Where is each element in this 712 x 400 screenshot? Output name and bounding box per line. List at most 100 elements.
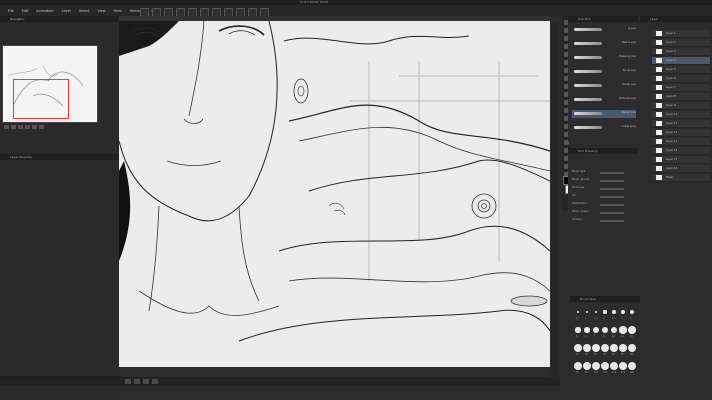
brush-item[interactable]: Rough pen: [572, 82, 636, 90]
brush-size-dot[interactable]: [619, 326, 627, 334]
brush-item[interactable]: Mapping pen: [572, 54, 636, 62]
brush-size-dot[interactable]: [619, 344, 627, 352]
brush-size-dot[interactable]: [603, 310, 607, 314]
brush-size-dot[interactable]: [620, 309, 626, 315]
layer-row[interactable]: Layer 5: [652, 66, 710, 74]
brush-size-dot[interactable]: [583, 344, 591, 352]
brush-item[interactable]: Calligraphy: [572, 124, 636, 132]
menu-item-edit[interactable]: Edit: [22, 9, 29, 13]
brush-size-dot[interactable]: [575, 327, 581, 333]
brush-size-dot[interactable]: [584, 327, 590, 333]
canvas-vertical-scrollbar[interactable]: [551, 21, 559, 377]
brush-size-dot[interactable]: [594, 310, 598, 314]
brush-size-dot[interactable]: [610, 344, 618, 352]
brush-size-dot[interactable]: [610, 362, 618, 370]
layer-row[interactable]: Layer 3: [652, 48, 710, 56]
brush-item[interactable]: Real G-pen: [572, 40, 636, 48]
navigator-view-frame[interactable]: [13, 79, 69, 119]
layer-row[interactable]: Layer 7: [652, 84, 710, 92]
brush-size-dot[interactable]: [592, 362, 600, 370]
zoom-in-icon[interactable]: [11, 125, 16, 129]
brush-size-title: Brush Size: [570, 296, 640, 302]
layer-row[interactable]: Layer 6: [652, 75, 710, 83]
navigator-preview[interactable]: [2, 45, 98, 123]
brush-size-dot[interactable]: [574, 344, 582, 352]
menu-item-file[interactable]: File: [8, 9, 14, 13]
brush-size-dot[interactable]: [601, 362, 609, 370]
tool-property-row[interactable]: Vector eraser: [572, 210, 636, 216]
brush-size-dot[interactable]: [577, 311, 579, 313]
brush-size-dot[interactable]: [619, 362, 627, 370]
brush-name: Turnip pen: [622, 69, 636, 72]
layer-row[interactable]: Layer 8: [652, 93, 710, 101]
layer-row[interactable]: Layer 13: [652, 138, 710, 146]
brush-stroke-preview: [574, 28, 602, 31]
brush-item[interactable]: Turnip pen: [572, 68, 636, 76]
tool-property-row[interactable]: Gradient: [572, 218, 636, 224]
brush-size-dot[interactable]: [628, 344, 636, 352]
brush-size-dot[interactable]: [583, 362, 591, 370]
fit-icon[interactable]: [152, 379, 158, 384]
menu-item-animation[interactable]: Animation: [36, 9, 53, 13]
property-slider[interactable]: [600, 220, 624, 222]
brush-size-dot[interactable]: [612, 310, 616, 314]
layer-row[interactable]: Layer 4: [652, 57, 710, 65]
tool-property-row[interactable]: Brush Size: [572, 170, 636, 176]
brush-size-dot[interactable]: [628, 362, 636, 370]
brush-size-dot[interactable]: [585, 310, 589, 314]
brush-size-dot[interactable]: [610, 326, 618, 334]
brush-size-panel: Brush Size 0.7 1 1.5 2 2.5 3 4 5 6 7 8 10 12 15 17 20 25…: [570, 296, 640, 386]
rotate-left-icon[interactable]: [25, 125, 30, 129]
property-slider[interactable]: [600, 172, 624, 174]
layer-row[interactable]: Layer 12: [652, 129, 710, 137]
layer-row[interactable]: Layer 10: [652, 111, 710, 119]
brush-name: Mapping pen: [619, 55, 636, 58]
brush-size-dot[interactable]: [593, 327, 599, 333]
brush-size-dot[interactable]: [574, 362, 582, 370]
brush-item[interactable]: G-pen: [572, 26, 636, 34]
menu-item-view[interactable]: View: [98, 9, 106, 13]
brush-size-dot[interactable]: [628, 326, 636, 334]
brush-size-label: 7: [594, 335, 596, 338]
brush-size-dot[interactable]: [601, 326, 609, 334]
rotate-right-icon[interactable]: [32, 125, 37, 129]
drawing-canvas[interactable]: [119, 21, 550, 367]
menu-item-filter[interactable]: Filter: [114, 9, 122, 13]
menu-item-select[interactable]: Select: [79, 9, 89, 13]
property-slider[interactable]: [600, 212, 624, 214]
property-slider[interactable]: [600, 188, 624, 190]
tool-property-row[interactable]: Ink: [572, 194, 636, 200]
layer-name: Layer 13: [666, 140, 678, 143]
layer-row[interactable]: Layer 11: [652, 120, 710, 128]
layer-thumbnail: [656, 103, 662, 108]
tool-property-row[interactable]: Thickness: [572, 186, 636, 192]
layer-row[interactable]: Layer 2: [652, 39, 710, 47]
layer-row[interactable]: Layer 15: [652, 156, 710, 164]
brush-size-dot[interactable]: [601, 344, 609, 352]
layer-name: Layer 11: [666, 122, 678, 125]
property-slider[interactable]: [600, 196, 624, 198]
fit-icon[interactable]: [18, 125, 23, 129]
flip-icon[interactable]: [39, 125, 44, 129]
layer-row[interactable]: Layer 9: [652, 102, 710, 110]
brush-size-dot[interactable]: [592, 344, 600, 352]
zoom-in-icon[interactable]: [134, 379, 140, 384]
zoom-out-icon[interactable]: [125, 379, 131, 384]
property-slider[interactable]: [600, 204, 624, 206]
property-slider[interactable]: [600, 180, 624, 182]
menu-item-layer[interactable]: Layer: [62, 9, 71, 13]
brush-item[interactable]: Marker pen: [572, 110, 636, 118]
layer-panel: Layer Layer 1 Layer 2 Layer 3 Layer 4 Layer …: [640, 16, 712, 182]
zoom-out-icon[interactable]: [4, 125, 9, 129]
layer-row[interactable]: Layer 1: [652, 30, 710, 38]
brush-size-dot[interactable]: [629, 309, 635, 315]
layer-row[interactable]: Paper: [652, 174, 710, 182]
layer-name: Layer 16: [666, 167, 678, 170]
tool-property-row[interactable]: Brush density: [572, 178, 636, 184]
rotate-icon[interactable]: [143, 379, 149, 384]
layer-row[interactable]: Layer 14: [652, 147, 710, 155]
brush-item[interactable]: Textured pen: [572, 96, 636, 104]
layer-row[interactable]: Layer 16: [652, 165, 710, 173]
tool-property-row[interactable]: Stabilization: [572, 202, 636, 208]
layer-panel-title: Layer: [640, 16, 712, 22]
